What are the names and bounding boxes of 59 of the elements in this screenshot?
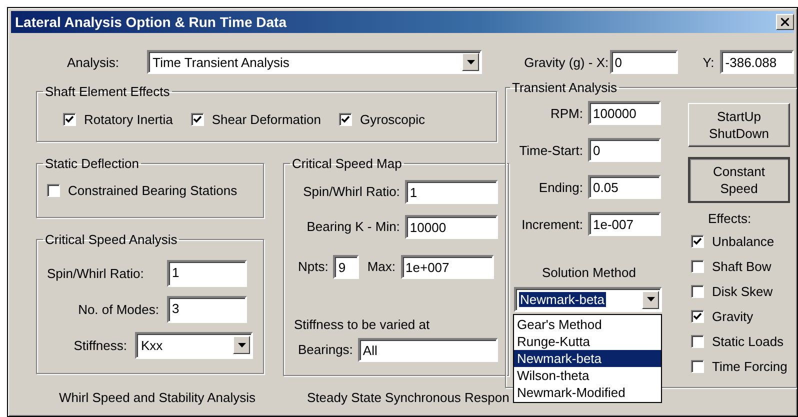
field-label: Increment: [522, 216, 583, 232]
dropdown-field[interactable]: Time Transient Analysis [146, 50, 482, 74]
field-label: Gravity (g) - X: [524, 54, 610, 70]
dropdown-field[interactable]: Newmark-beta [514, 287, 662, 312]
checkbox-label: Time Forcing [712, 359, 788, 374]
field-label: Ending: [538, 180, 583, 194]
checkbox-label: Shear Deformation [212, 112, 321, 126]
group-title: Steady State Synchronous Respon [307, 390, 510, 405]
field-label: Max: [367, 259, 396, 274]
group-title: Critical Speed Map [291, 156, 403, 171]
list-option[interactable]: Newmark-Modified [514, 384, 661, 401]
checkbox-label: Rotatory Inertia [84, 112, 173, 126]
section-label: Effects: [707, 211, 752, 228]
field-label: Analysis: [67, 54, 120, 70]
input-field[interactable]: 3 [167, 296, 247, 322]
group-title: Transient Analysis [511, 80, 618, 95]
field-label: Spin/Whirl Ratio: [47, 266, 145, 280]
field-label: Spin/Whirl Ratio: [303, 184, 400, 199]
input-field[interactable]: 10000 [404, 214, 498, 238]
checkbox-label: Static Loads [712, 334, 784, 349]
field-label: Y: [702, 54, 716, 70]
input-field[interactable]: 9 [333, 254, 360, 278]
list-option[interactable]: Gear's Method [514, 316, 661, 333]
dropdown-field[interactable]: Kxx [135, 332, 253, 358]
input-field[interactable]: 100000 [588, 101, 661, 125]
speed-button[interactable]: StartUp ShutDown [688, 103, 790, 147]
field-label: Npts: [298, 259, 328, 274]
list-option[interactable]: Runge-Kutta [514, 333, 661, 350]
input-field[interactable]: 1e+007 [400, 254, 494, 278]
group-title: Whirl Speed and Stability Analysis [59, 390, 257, 405]
field-label: Bearing K - Min: [306, 219, 400, 234]
field-label: RPM: [550, 106, 583, 120]
field-label: Stiffness: [72, 338, 128, 352]
input-field[interactable]: 0 [610, 50, 678, 74]
field-label: No. of Modes: [77, 302, 160, 316]
input-field[interactable]: All [358, 338, 498, 362]
group-title: Shaft Element Effects [44, 84, 171, 99]
checkbox-label: Shaft Bow [712, 259, 772, 274]
group-title: Static Deflection [44, 156, 140, 171]
field-label: Solution Method [541, 265, 637, 280]
group-title: Critical Speed Analysis [44, 232, 178, 247]
field-label: Time-Start: [519, 142, 583, 158]
input-field[interactable]: 0 [588, 138, 661, 162]
checkbox-label: Disk Skew [712, 284, 773, 299]
input-field[interactable]: -386.088 [720, 50, 794, 74]
window-title: Lateral Analysis Option & Run Time Data [15, 14, 287, 30]
list-option[interactable]: Wilson-theta [514, 367, 661, 384]
input-field[interactable]: 1e-007 [588, 212, 661, 236]
field-label: Bearings: [298, 342, 353, 357]
input-field[interactable]: 0.05 [588, 175, 661, 199]
checkbox-label: Gravity [712, 309, 754, 324]
input-field[interactable]: 1 [167, 260, 247, 286]
note-text: Stiffness to be varied at [294, 317, 431, 332]
input-field[interactable]: 1 [404, 180, 498, 204]
checkbox-label: Gyroscopic [360, 112, 426, 126]
speed-button[interactable]: Constant Speed [688, 157, 790, 203]
checkbox-label: Unbalance [712, 234, 774, 249]
list-option[interactable]: Newmark-beta [514, 350, 661, 367]
checkbox-label: Constrained Bearing Stations [68, 182, 238, 198]
